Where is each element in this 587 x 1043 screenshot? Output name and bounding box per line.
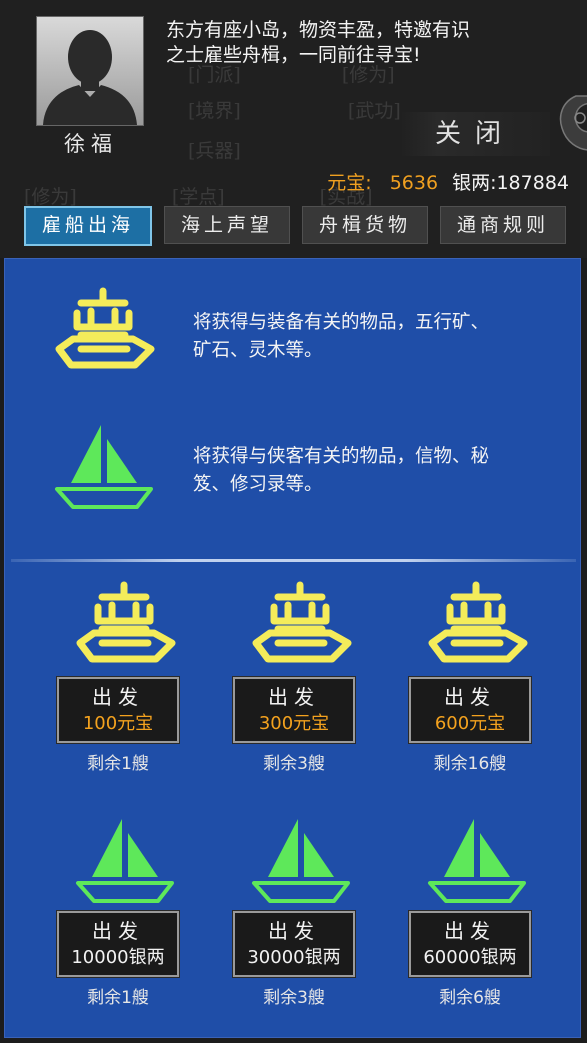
silhouette-avatar-icon [43,30,137,125]
voyage-cost: 600元宝 [434,713,506,734]
header: [门派] [修为] [境界] [武功] [兵器] [修为] [学点] [实战] … [0,0,587,258]
voyage-card-silver-1: 出发 10000银两 剩余1艘 [56,815,197,1025]
npc-portrait [36,16,144,126]
voyage-cost: 60000银两 [423,947,517,968]
depart-label: 出发 [444,919,496,943]
voyage-card-silver-2: 出发 30000银两 剩余3艘 [232,815,373,1025]
tab-sea-reputation[interactable]: 海上声望 [164,206,290,244]
legend-gold-ship: 将获得与装备有关的物品，五行矿、 矿石、灵木等。 [5,287,582,377]
depart-label: 出发 [268,919,320,943]
depart-label: 出发 [92,685,144,709]
voyage-card-gold-1: 出发 100元宝 剩余1艘 [56,581,197,791]
depart-button[interactable]: 出发 600元宝 [408,676,532,744]
depart-button[interactable]: 出发 300元宝 [232,676,356,744]
gold-junk-ship-icon [252,581,352,663]
npc-name: 徐福 [64,132,118,156]
gold-junk-ship-icon [55,287,155,369]
silver-value: 187884 [496,172,569,194]
description-line: 笈、修习录等。 [193,474,323,495]
depart-button[interactable]: 出发 60000银两 [408,910,532,978]
background-ghost-text: [修为] [学点] [实战] [24,186,373,208]
corner-ornament-icon [559,95,587,151]
green-sailboat-icon [76,819,174,903]
voyage-panel: 将获得与装备有关的物品，五行矿、 矿石、灵木等。 将获得与侠客有关的物品，信物、… [4,258,581,1038]
depart-button[interactable]: 出发 100元宝 [56,676,180,744]
npc-intro-text: 东方有座小岛，物资丰盈，特邀有识 之士雇些舟楫，一同前往寻宝! [166,18,566,68]
gold-ship-description: 将获得与装备有关的物品，五行矿、 矿石、灵木等。 [193,309,578,365]
silver-label: 银两: [452,172,497,194]
intro-line: 东方有座小岛，物资丰盈，特邀有识 [166,19,471,41]
background-ghost-text: [兵器] [188,140,247,162]
green-sailboat-icon [252,819,350,903]
depart-button[interactable]: 出发 10000银两 [56,910,180,978]
gold-label: 元宝: [327,172,372,194]
tab-trade-rules[interactable]: 通商规则 [440,206,566,244]
depart-button[interactable]: 出发 30000银两 [232,910,356,978]
section-divider [11,559,576,562]
description-line: 矿石、灵木等。 [193,340,323,361]
intro-line: 之士雇些舟楫，一同前往寻宝! [166,44,421,66]
voyage-cost: 30000银两 [247,947,341,968]
depart-label: 出发 [444,685,496,709]
remaining-ships: 剩余16艘 [433,754,507,774]
gold-value: 5636 [389,172,439,194]
gold-junk-ship-icon [76,581,176,663]
tab-ship-cargo[interactable]: 舟楫货物 [302,206,428,244]
voyage-card-gold-2: 出发 300元宝 剩余3艘 [232,581,373,791]
green-sailboat-icon [55,425,153,509]
voyage-card-silver-3: 出发 60000银两 剩余6艘 [408,815,549,1025]
green-sailboat-icon [428,819,526,903]
depart-label: 出发 [92,919,144,943]
remaining-ships: 剩余6艘 [439,988,501,1008]
tab-hire-ship[interactable]: 雇船出海 [24,206,152,246]
voyage-cost: 300元宝 [258,713,330,734]
remaining-ships: 剩余1艘 [87,988,149,1008]
voyage-cost: 100元宝 [82,713,154,734]
close-button[interactable]: 关闭 [400,112,550,156]
remaining-ships: 剩余1艘 [87,754,149,774]
tab-bar: 雇船出海 海上声望 舟楫货物 通商规则 [24,206,570,246]
silver-ship-description: 将获得与侠客有关的物品，信物、秘 笈、修习录等。 [193,443,578,499]
remaining-ships: 剩余3艘 [263,988,325,1008]
gold-junk-ship-icon [428,581,528,663]
currency-bar: 元宝: 5636 银两:187884 [327,168,569,195]
description-line: 将获得与装备有关的物品，五行矿、 [193,312,490,333]
voyage-cost: 10000银两 [71,947,165,968]
voyage-card-gold-3: 出发 600元宝 剩余16艘 [408,581,549,791]
legend-silver-ship: 将获得与侠客有关的物品，信物、秘 笈、修习录等。 [5,421,582,511]
description-line: 将获得与侠客有关的物品，信物、秘 [193,446,490,467]
depart-label: 出发 [268,685,320,709]
remaining-ships: 剩余3艘 [263,754,325,774]
